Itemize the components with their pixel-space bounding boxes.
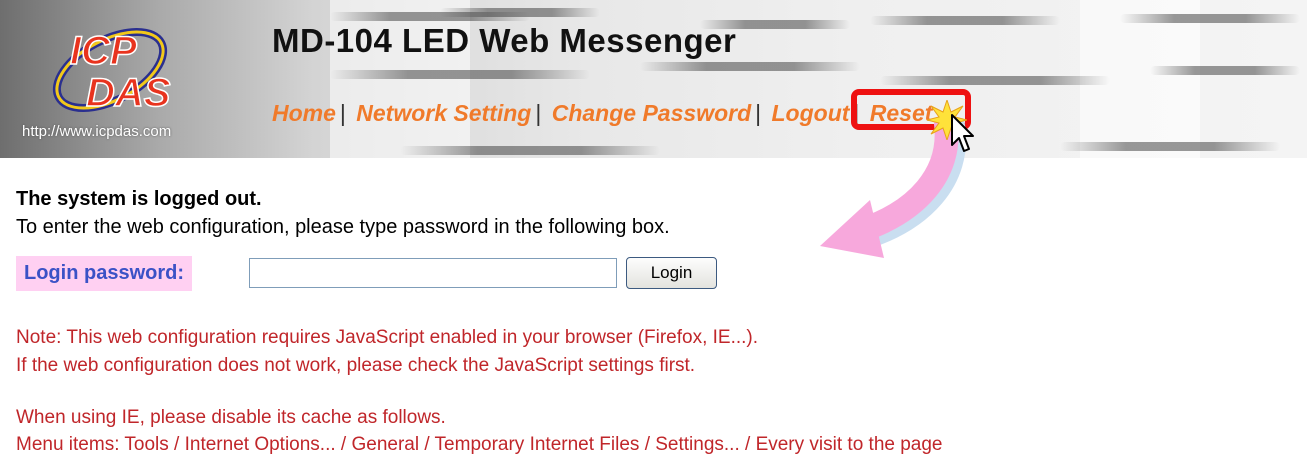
banner-stripe	[400, 146, 660, 155]
logout-status-heading: The system is logged out.	[16, 188, 262, 210]
page-title: MD-104 LED Web Messenger	[272, 22, 737, 59]
nav-separator: |	[535, 100, 542, 126]
logo-text-das: DAS	[86, 71, 171, 115]
nav-separator: |	[755, 100, 762, 126]
nav-home-link[interactable]: Home	[272, 100, 336, 126]
login-instruction-text: To enter the web configuration, please t…	[16, 216, 670, 238]
note-ie-cache: When using IE, please disable its cache …	[16, 407, 446, 428]
note-ie-menu-items: Menu items: Tools / Internet Options... …	[16, 434, 943, 455]
banner-stripe	[440, 8, 600, 17]
banner-stripe	[1120, 14, 1300, 23]
password-input[interactable]	[249, 258, 617, 288]
mouse-cursor-icon	[951, 114, 974, 152]
banner-stripe	[640, 62, 860, 71]
header-banner: ICP DAS http://www.icpdas.com MD-104 LED…	[0, 0, 1307, 158]
banner-stripe	[330, 70, 590, 79]
banner-stripe	[1150, 66, 1300, 75]
nav-change-password-link[interactable]: Change Password	[552, 100, 751, 126]
logo-url[interactable]: http://www.icpdas.com	[22, 123, 171, 140]
note-check-javascript: If the web configuration does not work, …	[16, 355, 696, 376]
banner-stripe	[1060, 142, 1280, 151]
banner-stripe	[870, 16, 1060, 25]
login-password-label: Login password:	[16, 256, 192, 291]
nav-separator: |	[339, 100, 346, 126]
login-button[interactable]: Login	[626, 257, 717, 289]
icpdas-logo[interactable]: ICP DAS	[40, 18, 180, 118]
logo-text-icp: ICP	[70, 29, 137, 73]
nav-network-setting-link[interactable]: Network Setting	[356, 100, 531, 126]
note-javascript-required: Note: This web configuration requires Ja…	[16, 327, 759, 348]
banner-stripe	[880, 76, 1110, 85]
